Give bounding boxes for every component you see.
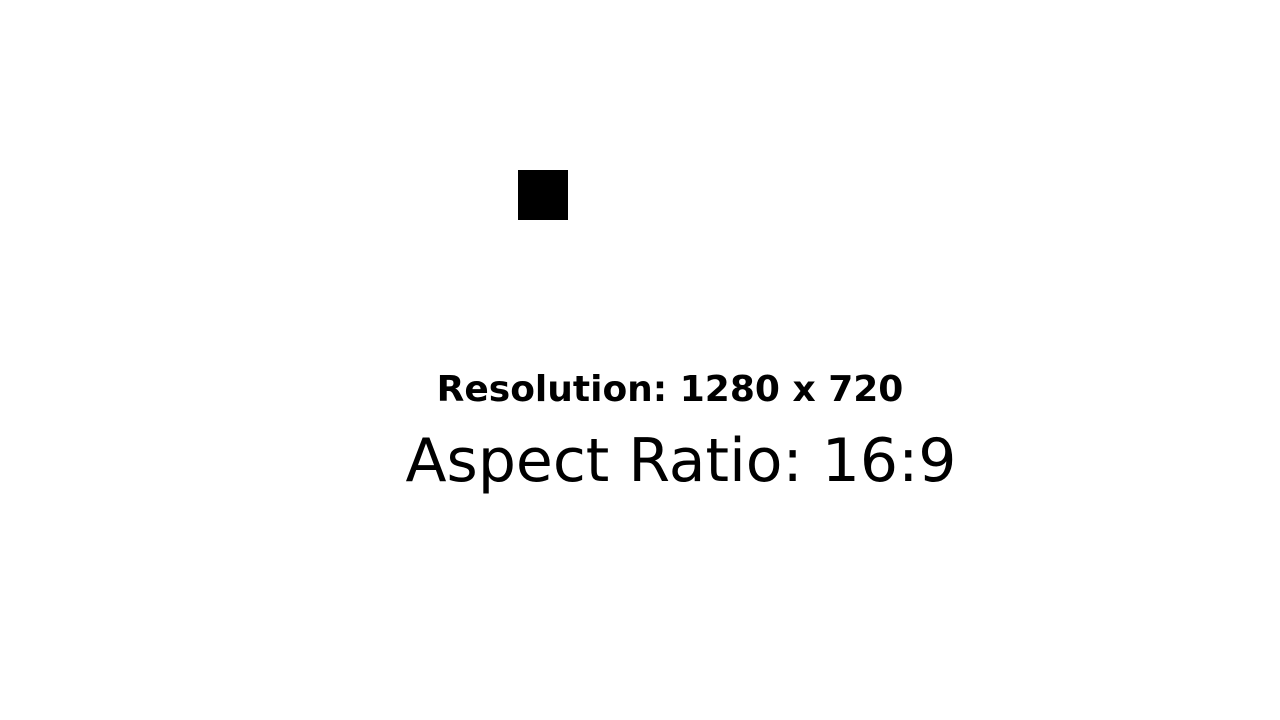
black-square-marker [518,170,568,220]
test-canvas: Resolution: 1280 x 720 Aspect Ratio: 16:… [0,0,1280,720]
resolution-label: Resolution: 1280 x 720 [436,369,904,410]
aspect-ratio-label: Aspect Ratio: 16:9 [405,426,957,496]
